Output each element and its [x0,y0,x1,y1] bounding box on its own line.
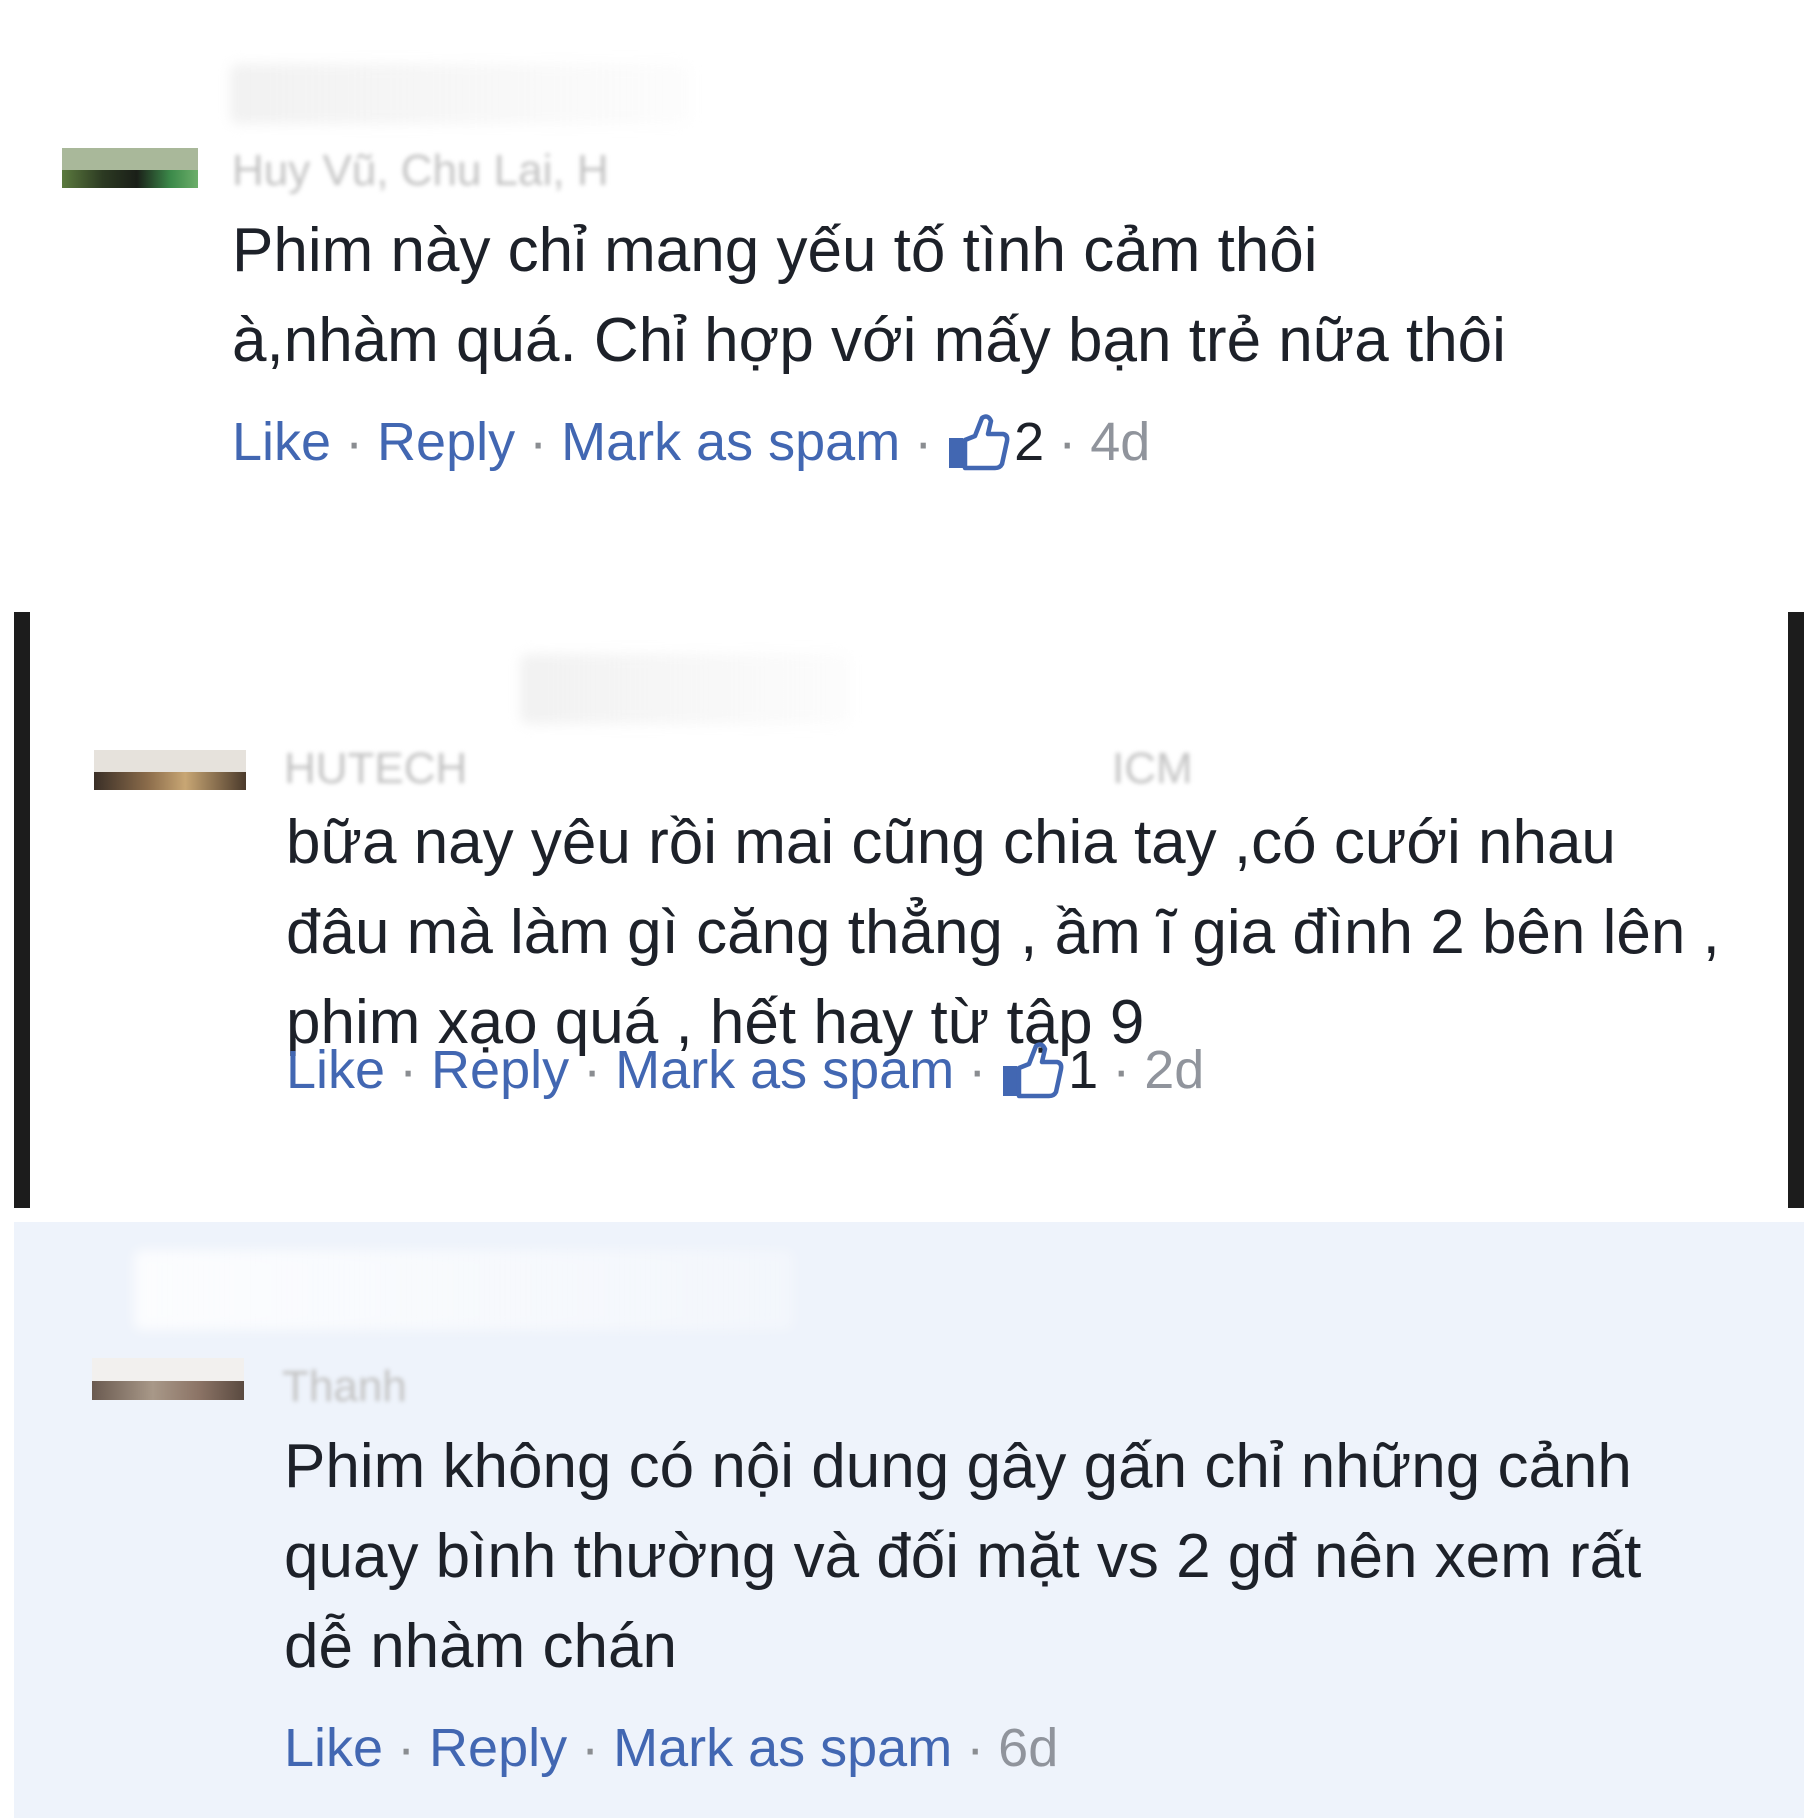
comment-actions: Like · Reply · Mark as spam · 6d [284,1716,1058,1780]
mark-as-spam-button[interactable]: Mark as spam [613,1716,952,1780]
mark-as-spam-button[interactable]: Mark as spam [561,410,900,474]
separator: · [583,1040,602,1100]
comment-author[interactable]: Huy Vũ, Chu Lai, H [232,146,609,196]
comment-actions: Like · Reply · Mark as spam · 2 · 4d [232,410,1150,474]
comment-item: HUTECH ICM bữa nay yêu rồi mai cũng chia… [0,612,1818,1208]
avatar[interactable] [62,148,198,188]
separator: · [581,1718,600,1778]
avatar[interactable] [94,750,246,790]
mark-as-spam-button[interactable]: Mark as spam [615,1038,954,1102]
like-button[interactable]: Like [286,1038,385,1102]
reply-button[interactable]: Reply [377,410,515,474]
separator: · [397,1718,416,1778]
like-button[interactable]: Like [284,1716,383,1780]
comment-actions: Like · Reply · Mark as spam · 1 · 2d [286,1038,1204,1102]
selection-bar [1788,612,1804,1208]
reply-button[interactable]: Reply [429,1716,567,1780]
thumbs-up-icon[interactable] [1000,1040,1064,1100]
separator: · [968,1040,987,1100]
comment-header-blur [520,654,850,724]
separator: · [1112,1040,1131,1100]
comment-text: Phim không có nội dung gây gấn chỉ những… [284,1432,1642,1681]
separator: · [529,412,548,472]
comment-author[interactable]: HUTECH [284,744,467,794]
comment-author[interactable]: Thanh [282,1362,407,1412]
reply-button[interactable]: Reply [431,1038,569,1102]
avatar[interactable] [92,1358,244,1400]
timestamp[interactable]: 4d [1090,410,1150,474]
comment-text: Phim này chỉ mang yếu tố tình cảm thôi à… [232,216,1506,375]
comment-item-highlighted: Thanh Phim không có nội dung gây gấn chỉ… [14,1222,1804,1818]
separator: · [966,1718,985,1778]
comment-header-blur [134,1250,794,1330]
like-button[interactable]: Like [232,410,331,474]
comment-text: bữa nay yêu rồi mai cũng chia tay ,có cư… [286,808,1720,1057]
like-count: 1 [1068,1040,1099,1100]
separator: · [345,412,364,472]
thumbs-up-icon[interactable] [946,412,1010,472]
comments-page: Huy Vũ, Chu Lai, H Phim này chỉ mang yếu… [0,0,1818,1818]
separator: · [914,412,933,472]
comment-header-blur [230,64,690,124]
selection-bar [14,612,30,1208]
separator: · [1058,412,1077,472]
timestamp[interactable]: 6d [998,1716,1058,1780]
comment-author-suffix: ICM [1112,744,1193,793]
timestamp[interactable]: 2d [1144,1038,1204,1102]
separator: · [399,1040,418,1100]
comment-item: Huy Vũ, Chu Lai, H Phim này chỉ mang yếu… [0,0,1818,600]
like-count: 2 [1014,412,1045,472]
